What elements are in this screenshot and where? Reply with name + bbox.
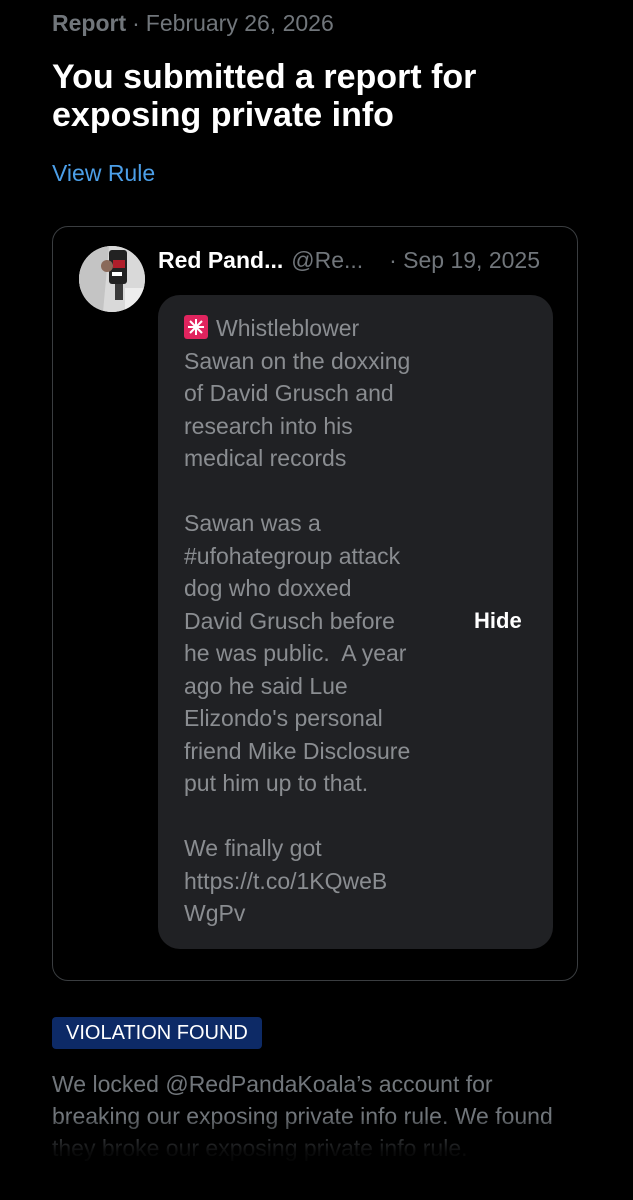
report-meta: Report · February 26, 2026: [52, 10, 334, 37]
post-date: · Sep 19, 2025: [389, 247, 540, 273]
police-siren-icon: [184, 315, 208, 339]
author-name[interactable]: Red Pand...: [158, 247, 283, 273]
post-author-row: Red Pand... @Re... · Sep 19, 2025: [158, 247, 548, 274]
avatar[interactable]: [79, 246, 145, 312]
meta-separator: ·: [132, 10, 140, 36]
view-rule-link[interactable]: View Rule: [52, 160, 155, 187]
report-date: February 26, 2026: [145, 10, 334, 36]
page-title: You submitted a report for exposing priv…: [52, 58, 477, 134]
author-handle[interactable]: @Re...: [291, 247, 363, 273]
post-body: Whistleblower Sawan on the doxxing of Da…: [184, 315, 411, 926]
bottom-fade-overlay: [0, 1120, 633, 1200]
hide-button[interactable]: Hide: [474, 608, 522, 634]
status-badge: VIOLATION FOUND: [52, 1017, 262, 1049]
avatar-image: [79, 246, 145, 312]
report-label: Report: [52, 10, 127, 36]
report-detail-page: Report · February 26, 2026 You submitted a…: [0, 0, 633, 1200]
post-text: Whistleblower Sawan on the doxxing of Da…: [184, 312, 454, 930]
